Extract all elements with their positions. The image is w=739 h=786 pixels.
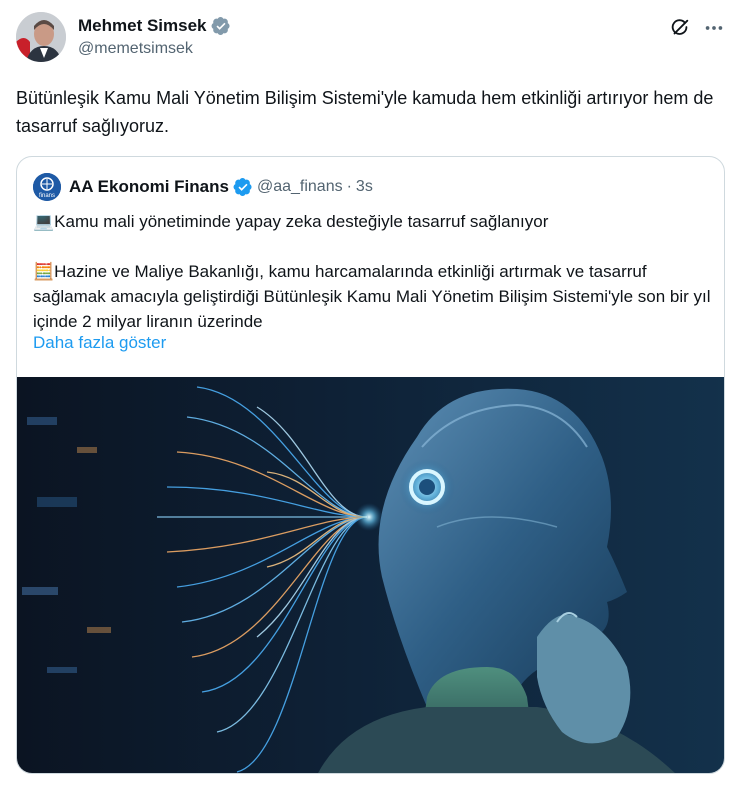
laptop-emoji-icon: 💻	[33, 212, 55, 231]
quoted-line-1: 💻Kamu mali yönetiminde yapay zeka desteğ…	[33, 209, 713, 234]
quoted-author-name[interactable]: AA Ekonomi Finans	[69, 177, 229, 197]
time-separator: ·	[346, 178, 352, 195]
quoted-verified-badge-icon	[233, 177, 253, 197]
show-more-link[interactable]: Daha fazla göster	[33, 333, 166, 353]
author-handle[interactable]: @memetsimsek	[78, 40, 193, 58]
grok-icon[interactable]	[668, 16, 692, 40]
quoted-tweet-text: 💻Kamu mali yönetiminde yapay zeka desteğ…	[33, 209, 713, 334]
tweet-text: Bütünleşik Kamu Mali Yönetim Bilişim Sis…	[16, 88, 714, 136]
author-name-row: Mehmet Simsek	[78, 16, 231, 36]
author-avatar[interactable]	[16, 12, 66, 62]
more-icon[interactable]	[702, 16, 726, 40]
quoted-tweet[interactable]: finans AA Ekonomi Finans @aa_finans · 3s…	[16, 156, 725, 774]
tweet-actions	[668, 16, 726, 40]
quoted-headline: Kamu mali yönetiminde yapay zeka desteği…	[54, 212, 549, 231]
quoted-avatar-text: finans	[39, 193, 55, 199]
quoted-tweet-image[interactable]	[17, 377, 724, 773]
quoted-tweet-header: finans AA Ekonomi Finans @aa_finans · 3s	[33, 173, 373, 201]
quoted-timestamp[interactable]: 3s	[356, 178, 373, 196]
abacus-emoji-icon: 🧮	[33, 262, 55, 281]
author-name[interactable]: Mehmet Simsek	[78, 16, 207, 36]
quoted-author-avatar[interactable]: finans	[33, 173, 61, 201]
verified-badge-icon	[211, 16, 231, 36]
quoted-author-handle[interactable]: @aa_finans	[257, 178, 343, 196]
quoted-line-2: 🧮Hazine ve Maliye Bakanlığı, kamu harcam…	[33, 259, 713, 334]
quoted-paragraph: Hazine ve Maliye Bakanlığı, kamu harcama…	[33, 262, 711, 331]
tweet-header: Mehmet Simsek @memetsimsek	[16, 12, 726, 64]
